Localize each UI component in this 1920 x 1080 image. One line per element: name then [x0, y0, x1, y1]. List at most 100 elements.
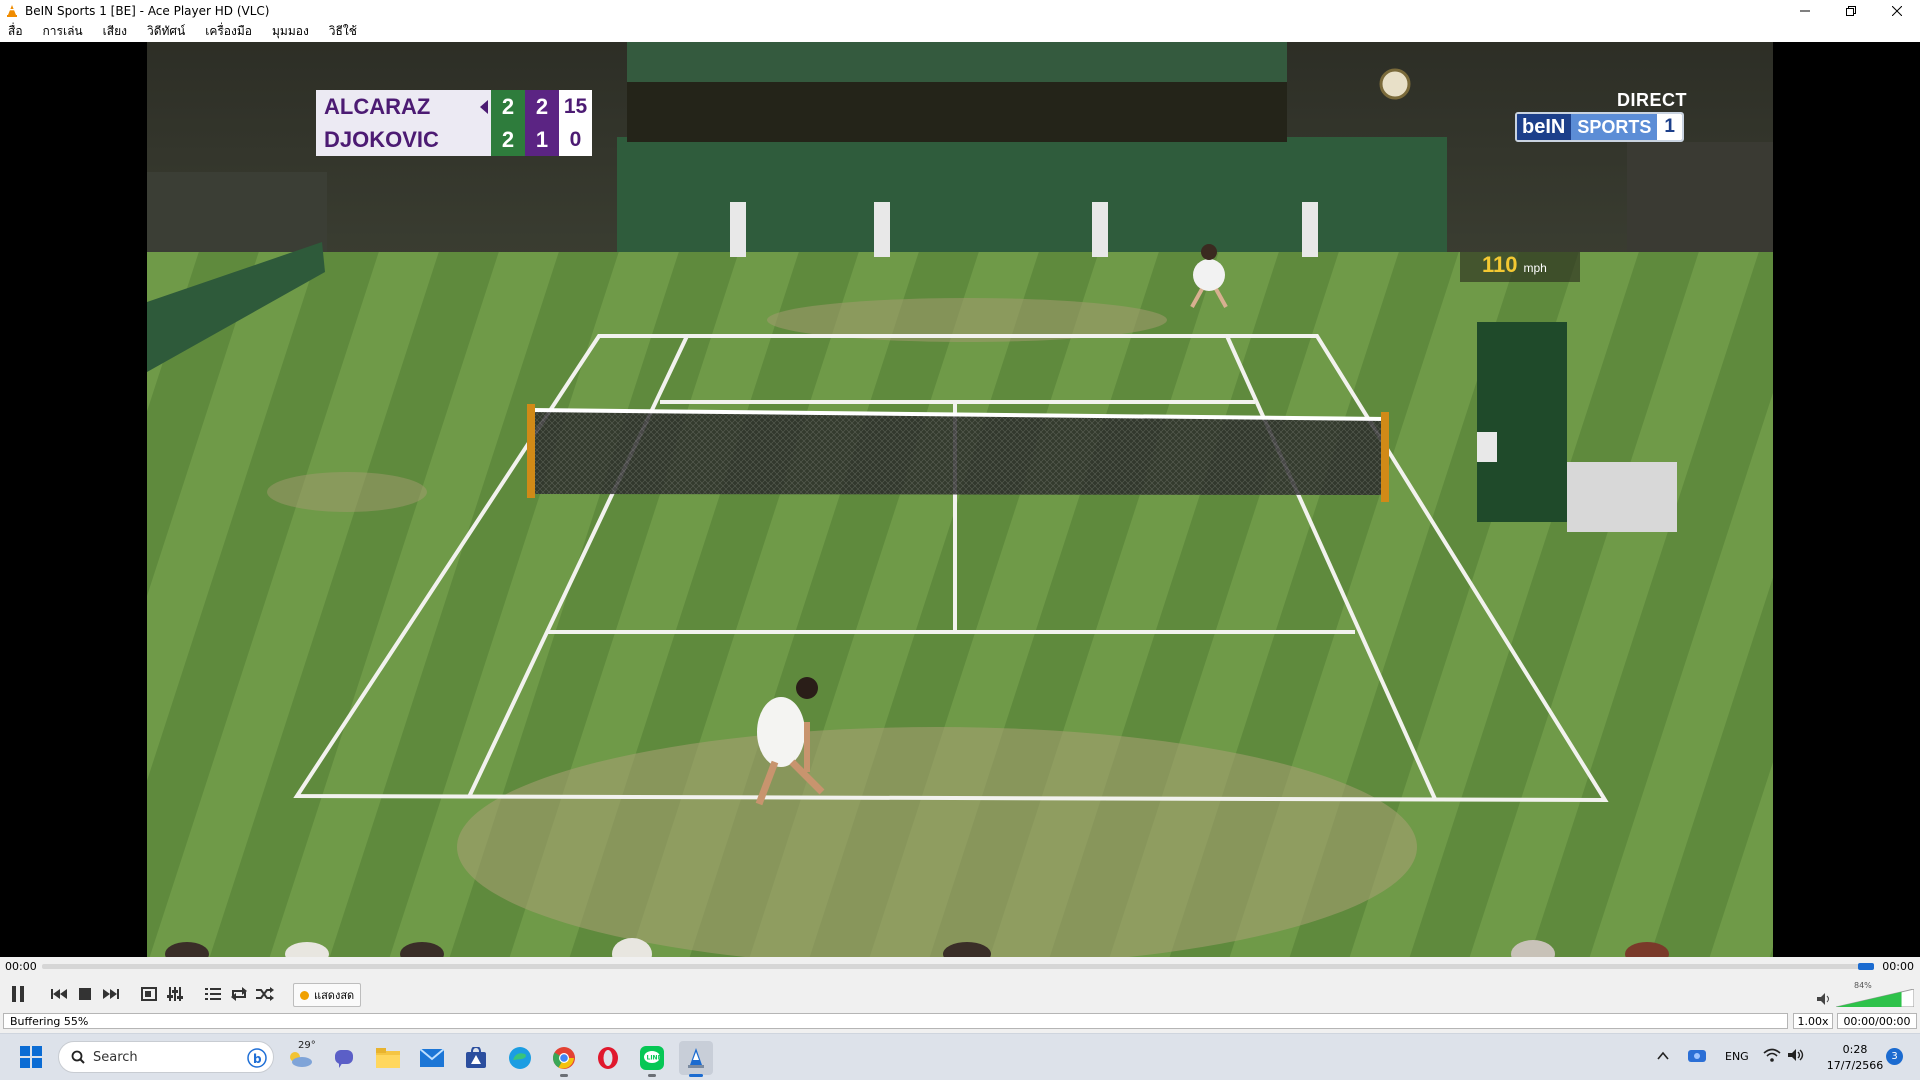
edge-icon — [509, 1047, 531, 1069]
next-icon — [103, 989, 119, 999]
windows-start-icon[interactable] — [20, 1046, 42, 1068]
seek-handle[interactable] — [1858, 963, 1874, 970]
serve-indicator-icon — [480, 100, 488, 114]
minimize-icon — [1800, 10, 1810, 11]
live-dot-icon — [300, 990, 309, 1000]
serve-speed: 110 mph — [1460, 252, 1580, 282]
time-counter[interactable]: 00:00/00:00 — [1837, 1013, 1917, 1029]
elapsed-time: 00:00 — [5, 960, 37, 973]
close-button[interactable] — [1874, 0, 1920, 21]
status-bar: Buffering 55% 1.00x 00:00/00:00 — [0, 1011, 1920, 1033]
player2-set1: 2 — [491, 123, 525, 156]
notification-badge[interactable]: 3 — [1886, 1048, 1903, 1065]
equalizer-icon — [167, 987, 183, 1001]
scoreboard-row-player2: DJOKOVIC 2 1 0 — [316, 123, 592, 156]
close-icon — [1892, 5, 1902, 16]
input-language[interactable]: ENG — [1725, 1050, 1749, 1063]
serve-speed-value: 110 — [1482, 252, 1518, 277]
video-frame[interactable] — [147, 42, 1773, 957]
box-seating — [627, 82, 1287, 142]
taskbar-edge[interactable] — [503, 1041, 537, 1075]
svg-text:LINE: LINE — [647, 1055, 662, 1062]
running-indicator — [560, 1074, 568, 1077]
direct-label: DIRECT — [1617, 90, 1687, 110]
playback-rate[interactable]: 1.00x — [1793, 1013, 1833, 1029]
menu-media[interactable]: สื่อ — [0, 22, 29, 41]
previous-button[interactable] — [48, 982, 70, 1006]
extended-settings-button[interactable] — [164, 982, 186, 1006]
bein-logo-mid: SPORTS — [1571, 114, 1658, 140]
wifi-icon[interactable] — [1763, 1048, 1781, 1062]
chat-icon — [335, 1050, 353, 1068]
bein-logo-num: 1 — [1657, 114, 1682, 140]
menu-view[interactable]: มุมมอง — [266, 22, 315, 41]
fullscreen-button[interactable] — [138, 982, 160, 1006]
tennis-net — [530, 410, 1387, 495]
defender-shield-icon[interactable] — [1688, 1048, 1706, 1064]
taskbar-opera[interactable] — [591, 1041, 625, 1075]
maximize-button[interactable] — [1828, 0, 1874, 21]
taskbar-teams-chat[interactable] — [327, 1041, 361, 1075]
weather-temp: 29° — [298, 1040, 316, 1051]
menu-playback[interactable]: การเล่น — [37, 22, 89, 41]
speaker-icon — [1817, 993, 1829, 1005]
player1-set1: 2 — [491, 90, 525, 123]
menu-help[interactable]: วิธีใช้ — [323, 22, 363, 41]
player2-set2: 1 — [525, 123, 559, 156]
volume-control[interactable]: 84% — [1816, 981, 1914, 1007]
volume-slider[interactable] — [1836, 989, 1914, 1007]
clock — [1379, 68, 1411, 100]
ace-player-icon — [688, 1048, 704, 1068]
folder-icon — [376, 1048, 400, 1068]
taskbar: Search b 29° LINE ENG 0:28 17/7/2566 3 — [0, 1033, 1920, 1080]
pause-button[interactable] — [6, 982, 30, 1006]
taskbar-line[interactable]: LINE — [635, 1041, 669, 1077]
controls-bar: แสดงสด 84% — [0, 977, 1920, 1011]
video-area[interactable]: ALCARAZ 2 2 15 DJOKOVIC 2 1 0 DIRECT beI… — [0, 42, 1920, 957]
umpire-chair — [1477, 322, 1567, 522]
weather-cloud-icon — [290, 1052, 312, 1067]
stop-button[interactable] — [74, 982, 96, 1006]
serve-speed-unit: mph — [1523, 261, 1547, 275]
player2-name: DJOKOVIC — [316, 123, 491, 156]
taskbar-clock[interactable]: 0:28 17/7/2566 — [1815, 1042, 1895, 1074]
status-message: Buffering 55% — [3, 1013, 1788, 1029]
taskbar-store[interactable] — [459, 1041, 493, 1075]
vlc-cone-icon — [7, 4, 17, 17]
store-icon — [466, 1047, 486, 1068]
broadcaster-logo: DIRECT beIN SPORTS 1 — [1515, 90, 1695, 152]
player2-points: 0 — [559, 123, 592, 156]
loop-button[interactable] — [228, 982, 250, 1006]
previous-icon — [51, 989, 67, 999]
worn-baseline-near — [457, 727, 1417, 957]
shuffle-button[interactable] — [254, 982, 276, 1006]
chrome-icon — [553, 1047, 575, 1069]
taskbar-chrome[interactable] — [547, 1041, 581, 1077]
bing-icon: b — [247, 1048, 267, 1068]
net-post-right — [1381, 412, 1389, 502]
net-post-left — [527, 404, 535, 498]
playlist-button[interactable] — [202, 982, 224, 1006]
live-label: แสดงสด — [314, 989, 355, 1002]
next-button[interactable] — [100, 982, 122, 1006]
running-indicator — [689, 1074, 703, 1077]
menu-audio[interactable]: เสียง — [97, 22, 133, 41]
seek-slider[interactable] — [42, 963, 1874, 970]
volume-tray-icon[interactable] — [1787, 1048, 1805, 1062]
live-button[interactable]: แสดงสด — [293, 983, 362, 1007]
menu-tools[interactable]: เครื่องมือ — [199, 22, 258, 41]
taskbar-mail[interactable] — [415, 1041, 449, 1075]
taskbar-search[interactable]: Search b — [58, 1041, 274, 1073]
title-bar: BeIN Sports 1 [BE] - Ace Player HD (VLC) — [0, 0, 1920, 21]
stop-icon — [79, 988, 91, 1000]
menu-video[interactable]: วิดีทัศน์ — [141, 22, 191, 41]
shuffle-icon — [256, 987, 274, 1001]
taskbar-file-explorer[interactable] — [371, 1041, 405, 1075]
line-app-icon: LINE — [640, 1046, 664, 1070]
taskbar-ace-player[interactable] — [679, 1041, 713, 1077]
seek-row: 00:00 00:00 — [0, 957, 1920, 977]
running-indicator — [648, 1074, 656, 1077]
player-bench-gear — [1567, 462, 1677, 532]
minimize-button[interactable] — [1782, 0, 1828, 21]
chevron-up-icon[interactable] — [1657, 1051, 1669, 1061]
